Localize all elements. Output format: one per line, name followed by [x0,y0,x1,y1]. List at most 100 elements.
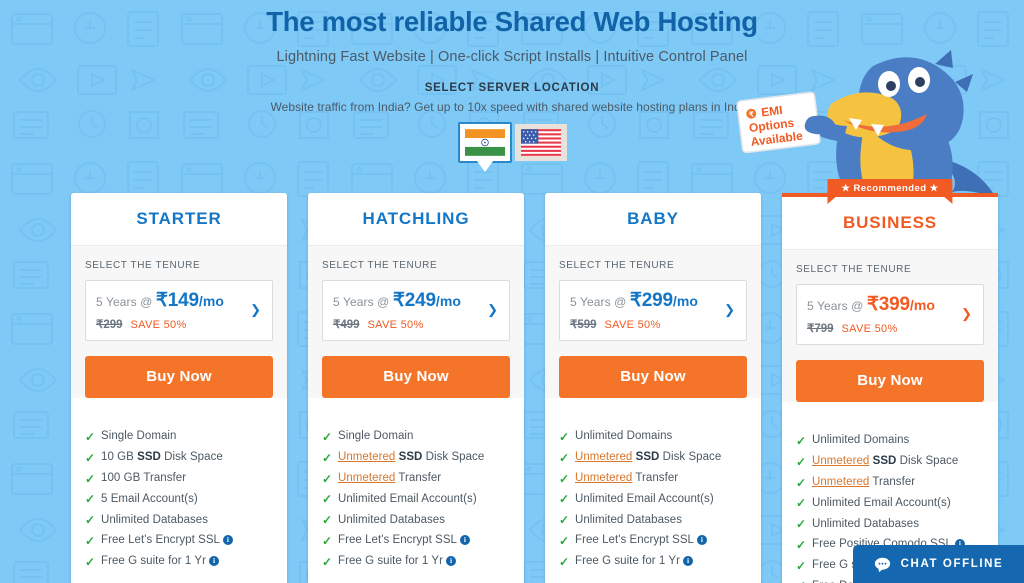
info-icon[interactable]: i [446,556,457,567]
check-icon: ✓ [796,434,807,448]
chevron-down-icon[interactable]: ❯ [250,303,261,316]
tenure-term: 5 Years @ [807,299,867,313]
tenure-label: SELECT THE TENURE [559,260,675,271]
buy-now-button[interactable]: Buy Now [796,360,984,402]
check-icon: ✓ [322,492,333,507]
server-location-title: SELECT SERVER LOCATION [424,82,600,94]
tenure-term: 5 Years @ [570,295,630,309]
feature-text: Unlimited Email Account(s) [575,492,714,505]
feature-item: ✓ Free Let's Encrypt SSL i [322,530,510,551]
plan-old-price: ₹299 [96,319,123,331]
feature-highlight[interactable]: Unmetered [338,451,395,463]
feature-highlight[interactable]: Unmetered [575,472,632,484]
flag-option-india[interactable] [457,122,512,163]
feature-text: Single Domain [101,430,177,443]
check-icon: ✓ [322,554,333,569]
tenure-line-price: 5 Years @ ₹399/mo [807,293,973,316]
plan-body: SELECT THE TENURE 5 Years @ ₹249/mo ₹499 SA… [308,245,524,398]
feature-item: ✓ Unlimited Email Account(s) [559,488,747,509]
feature-item: ✓ Unmetered SSD Disk Space [322,447,510,468]
plan-card-hatchling: HATCHLING SELECT THE TENURE 5 Years @ ₹249… [308,193,524,583]
feature-highlight[interactable]: Unmetered [812,455,869,467]
feature-text: 100 GB Transfer [101,471,187,484]
tenure-line-discount: ₹799 SAVE 50% [807,319,973,337]
feature-text-bold: SSD [635,451,660,464]
check-icon: ✓ [796,579,806,583]
buy-now-button[interactable]: Buy Now [85,356,273,398]
feature-item: ✓ Unlimited Domains [796,430,984,451]
feature-highlight[interactable]: Unmetered [575,451,632,463]
info-icon[interactable]: i [683,556,694,567]
plan-name: STARTER [136,209,222,228]
check-icon: ✓ [796,475,807,490]
check-icon: ✓ [796,558,807,573]
feature-highlight[interactable]: Unmetered [338,472,395,484]
feature-text: Disk Space [896,455,959,468]
tenure-dropdown[interactable]: 5 Years @ ₹399/mo ₹799 SAVE 50% ❯ [796,284,984,345]
feature-item: ✓ 100 GB Transfer [85,468,273,489]
feature-text-mid: Transfer [869,475,916,488]
chevron-down-icon[interactable]: ❯ [724,303,735,316]
plan-save-badge: SAVE 50% [130,319,187,331]
check-icon: ✓ [322,533,333,548]
tenure-line-price: 5 Years @ ₹149/mo [96,289,262,312]
feature-text: Free Let's Encrypt SSL [338,534,457,547]
feature-text: Free G suite for 1 Yr [101,555,207,568]
feature-text: Unlimited Databases [338,513,446,526]
check-icon: ✓ [796,517,807,532]
plan-save-badge: SAVE 50% [604,319,661,331]
info-icon[interactable]: i [697,535,707,546]
check-icon: ✓ [85,533,96,548]
feature-item: ✓ 5 Email Account(s) [85,488,273,509]
check-icon: ✓ [559,554,570,569]
flag-option-usa[interactable] [514,124,567,161]
plan-price: ₹299 [629,290,673,311]
check-icon: ✓ [85,554,96,569]
feature-text: Disk Space [160,451,223,464]
plan-price-period: /mo [909,297,936,313]
plan-header: STARTER [71,193,287,245]
info-icon[interactable]: i [223,535,233,546]
plan-feature-list: ✓ Unlimited Domains ✓ Unmetered SSD Disk Sp… [545,415,761,583]
feature-item: ✓ Unlimited Email Account(s) [322,488,510,509]
tenure-dropdown[interactable]: 5 Years @ ₹149/mo ₹299 SAVE 50% ❯ [85,280,273,341]
buy-now-button[interactable]: Buy Now [322,356,510,398]
check-icon: ✓ [559,430,570,444]
feature-text: Unlimited Domains [575,430,673,443]
check-icon: ✓ [559,492,570,507]
feature-item: ✓ Unlimited Databases [322,509,510,530]
feature-item: ✓ Unlimited Email Account(s) [796,492,984,513]
chat-label: CHAT OFFLINE [900,558,1004,570]
buy-now-button[interactable]: Buy Now [559,356,747,398]
check-icon: ✓ [85,471,96,486]
feature-text: Free G suite for 1 Yr [575,555,681,568]
feature-item: ✓ Single Domain [322,426,510,447]
feature-item: ✓ Unmetered Transfer [796,472,984,493]
feature-item: ✓ Unlimited Domains [559,426,747,447]
tenure-line-discount: ₹299 SAVE 50% [96,315,262,333]
plan-price: ₹149 [155,290,199,311]
feature-highlight[interactable]: Unmetered [812,476,869,488]
tenure-term: 5 Years @ [96,295,156,309]
chat-widget[interactable]: CHAT OFFLINE [853,545,1024,583]
chevron-down-icon[interactable]: ❯ [487,303,498,316]
chevron-down-icon[interactable]: ❯ [961,307,972,320]
check-icon: ✓ [559,471,570,486]
plan-old-price: ₹799 [807,323,834,335]
plan-body: SELECT THE TENURE 5 Years @ ₹149/mo ₹299 SA… [71,245,287,398]
info-icon[interactable]: i [209,556,220,567]
tenure-dropdown[interactable]: 5 Years @ ₹299/mo ₹599 SAVE 50% ❯ [559,280,747,341]
check-icon: ✓ [322,430,333,444]
server-location-section: SELECT SERVER LOCATION Website traffic f… [0,82,1024,163]
flag-selector [0,122,1024,163]
check-icon: ✓ [85,492,96,507]
feature-text: 5 Email Account(s) [101,492,198,505]
plan-header: HATCHLING [308,193,524,245]
tenure-dropdown[interactable]: 5 Years @ ₹249/mo ₹499 SAVE 50% ❯ [322,280,510,341]
plan-old-price: ₹499 [333,319,360,331]
usa-flag-icon [520,129,561,156]
tenure-label: SELECT THE TENURE [796,264,912,275]
info-icon[interactable]: i [460,535,470,546]
feature-item: ✓ Single Domain [85,426,273,447]
check-icon: ✓ [322,471,333,486]
